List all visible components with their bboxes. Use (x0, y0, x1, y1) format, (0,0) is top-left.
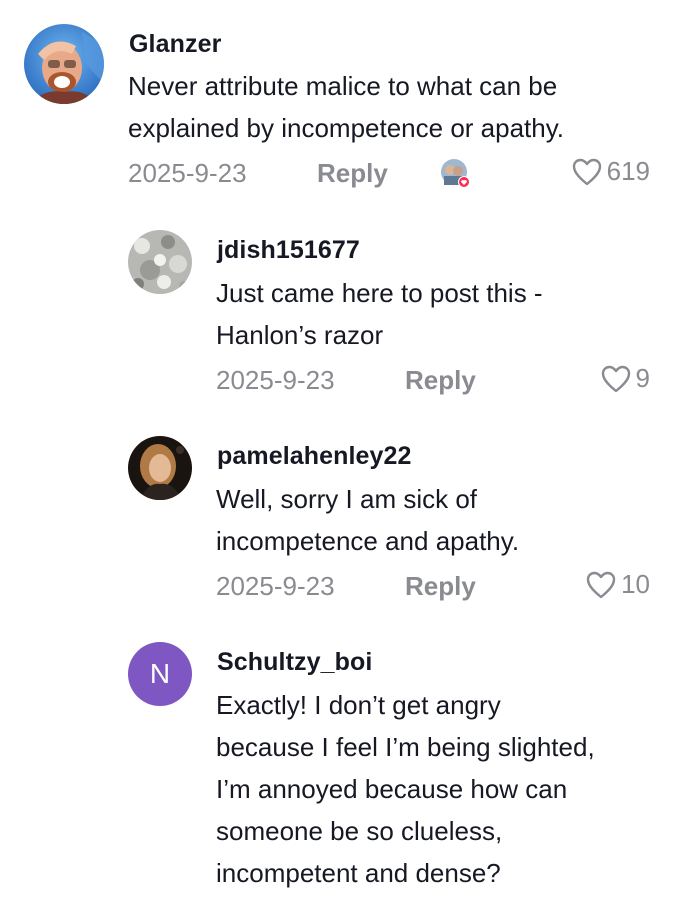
like-button[interactable]: 10 (585, 569, 650, 600)
comment-text: Exactly! I don’t get angry because I fee… (216, 690, 595, 888)
heart-outline-icon (572, 158, 601, 185)
comment-text: Just came here to post this - Hanlon’s r… (216, 278, 543, 350)
comment-username[interactable]: Schultzy_boi (217, 648, 372, 677)
creator-liked-badge (440, 158, 470, 188)
reply-button[interactable]: Reply (405, 365, 476, 396)
avatar[interactable]: N (128, 642, 192, 706)
comment-text: Never attribute malice to what can be ex… (128, 71, 565, 143)
like-count: 10 (621, 569, 650, 599)
comment-date: 2025-9-23 (128, 158, 247, 188)
comment-username[interactable]: pamelahenley22 (217, 442, 412, 471)
creator-liked-badge-icon (441, 159, 470, 188)
profile-photo-icon (128, 436, 192, 500)
heart-outline-icon (586, 571, 616, 598)
profile-photo-icon (128, 230, 192, 294)
profile-photo-icon (24, 24, 104, 104)
comment-date: 2025-9-23 (216, 571, 335, 601)
avatar[interactable] (128, 436, 192, 500)
comment-date: 2025-9-23 (216, 365, 335, 395)
reply-button[interactable]: Reply (405, 571, 476, 602)
like-button[interactable]: 619 (571, 156, 650, 187)
comment-username[interactable]: Glanzer (129, 30, 221, 59)
heart-outline-icon (601, 365, 630, 392)
like-count: 619 (606, 156, 650, 186)
avatar-letter: N (149, 658, 171, 689)
comment-text: Well, sorry I am sick of incompetence an… (216, 484, 520, 556)
comment-item: Glanzer Never attribute malice to what c… (0, 0, 682, 200)
reply-button[interactable]: Reply (317, 158, 388, 189)
comment-username[interactable]: jdish151677 (217, 236, 360, 265)
avatar[interactable] (128, 230, 192, 294)
like-count: 9 (635, 363, 650, 393)
avatar[interactable] (24, 24, 104, 104)
like-button[interactable]: 9 (600, 363, 650, 394)
